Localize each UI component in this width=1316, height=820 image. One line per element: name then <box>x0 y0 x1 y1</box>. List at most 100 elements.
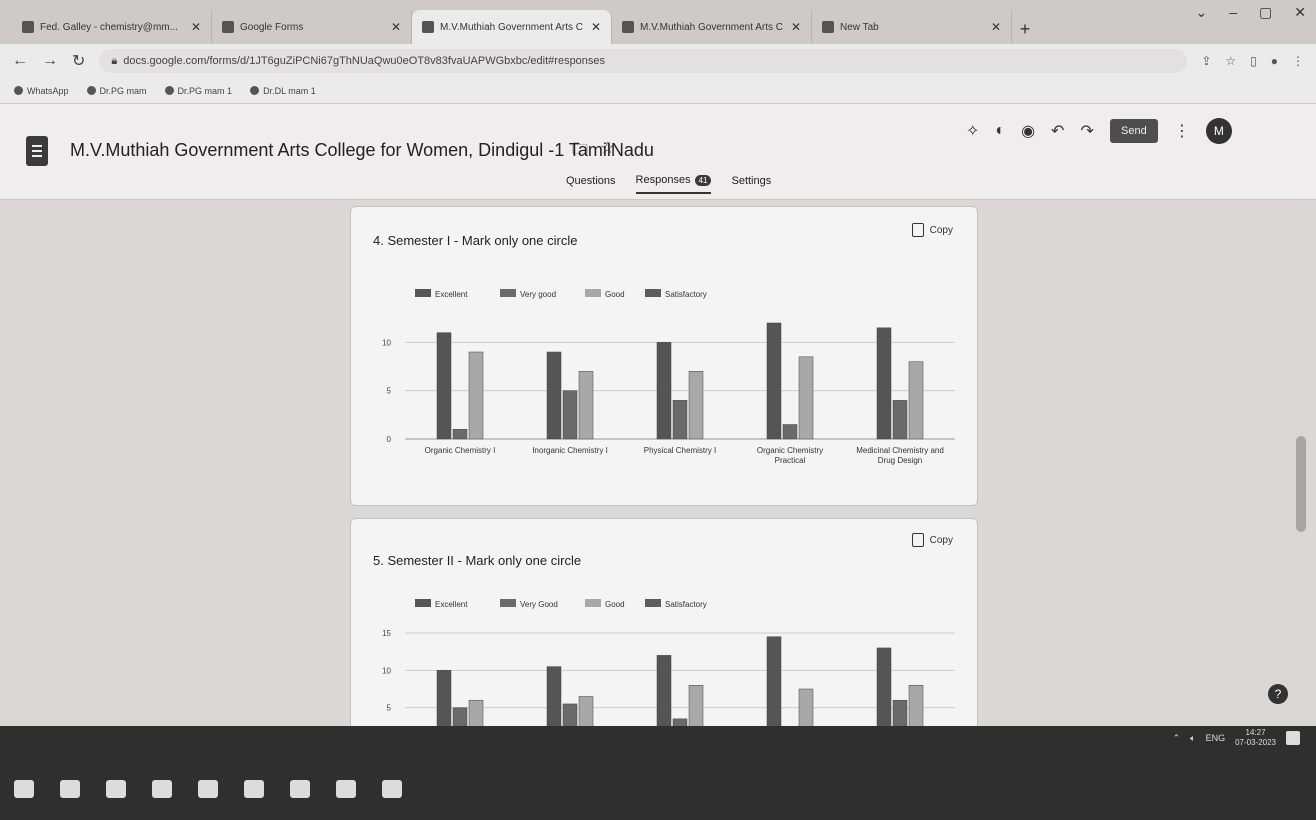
addon-icon[interactable]: ✧ <box>966 121 979 141</box>
close-icon[interactable]: ✕ <box>391 20 401 34</box>
store-icon[interactable] <box>244 780 264 798</box>
header-toolbar: ✧ ◐ ◉ ↶ ↷ Send ⋮ M <box>966 118 1232 144</box>
forward-icon[interactable]: → <box>42 52 58 70</box>
taskbar-apps <box>14 780 402 798</box>
bookmark-label: Dr.DL mam 1 <box>263 85 316 96</box>
browser-tab[interactable]: New Tab ✕ <box>812 10 1012 44</box>
bar-very-good <box>892 699 908 726</box>
forms-logo-icon[interactable] <box>26 136 48 166</box>
tab-label: Settings <box>731 175 772 187</box>
chevron-down-icon[interactable]: ⌄ <box>1196 4 1208 21</box>
star-icon[interactable]: ☆ <box>600 138 614 165</box>
tab-responses[interactable]: Responses 41 <box>635 174 712 194</box>
copy-button[interactable]: Copy <box>911 533 953 547</box>
browser-tab[interactable]: Fed. Galley - chemistry@mm... ✕ <box>12 10 212 44</box>
search-icon[interactable] <box>60 780 80 798</box>
preview-icon[interactable]: ◉ <box>1021 121 1035 141</box>
bar-very-good <box>892 400 908 440</box>
photos-icon[interactable] <box>382 780 402 798</box>
copy-label: Copy <box>929 224 953 236</box>
bar-good <box>688 371 704 440</box>
bar-excellent <box>876 647 892 726</box>
globe-icon <box>164 86 174 95</box>
profile-icon[interactable]: ● <box>1271 54 1278 68</box>
share-icon[interactable]: ⇪ <box>1201 54 1211 68</box>
bookmark-whatsapp[interactable]: WhatsApp <box>14 86 69 96</box>
folder-icon[interactable]: 🗀︎ <box>572 138 588 165</box>
legend-swatch <box>645 599 661 607</box>
close-icon[interactable]: ✕ <box>791 20 801 34</box>
bookmark-item[interactable]: Dr.PG mam 1 <box>164 86 232 96</box>
responses-content: 4. Semester I - Mark only one circle Cop… <box>0 200 1316 726</box>
url-input[interactable]: 🔒︎ docs.google.com/forms/d/1JT6guZiPCNi6… <box>99 49 1188 73</box>
globe-icon <box>86 86 96 95</box>
chrome-icon[interactable] <box>336 780 356 798</box>
task-view-icon[interactable] <box>106 780 126 798</box>
maximize-icon[interactable]: ▢ <box>1259 4 1272 21</box>
palette-icon[interactable]: ◐ <box>995 122 1005 140</box>
file-explorer-icon[interactable] <box>198 780 218 798</box>
legend-label: Good <box>605 600 625 609</box>
legend-label: Very good <box>520 290 556 299</box>
bar-excellent <box>546 351 562 440</box>
browser-tab[interactable]: Google Forms ✕ <box>212 10 412 44</box>
legend-swatch <box>585 599 601 607</box>
close-icon[interactable]: ✕ <box>591 20 601 34</box>
x-tick-label: Medicinal Chemistry and Drug Design <box>856 446 944 465</box>
help-icon[interactable]: ? <box>1268 684 1288 704</box>
address-bar-icons: ⇪ ☆ ▯ ● ⋮ <box>1201 54 1304 68</box>
bar-very-good <box>782 424 798 440</box>
browser-tab-active[interactable]: M.V.Muthiah Government Arts C ✕ <box>412 10 612 44</box>
undo-icon[interactable]: ↶ <box>1051 121 1064 141</box>
bar-very-good <box>562 703 578 726</box>
bar-very-good <box>452 429 468 440</box>
bookmark-label: WhatsApp <box>27 85 69 96</box>
tab-title: Google Forms <box>240 21 304 33</box>
question-card: 5. Semester II - Mark only one circle Co… <box>350 518 978 726</box>
minimize-icon[interactable]: – <box>1229 4 1237 21</box>
bar-good <box>578 696 594 726</box>
close-icon[interactable]: ✕ <box>1294 4 1306 21</box>
tab-settings[interactable]: Settings <box>731 174 771 194</box>
notification-icon[interactable] <box>1286 731 1300 745</box>
bookmark-item[interactable]: Dr.DL mam 1 <box>250 86 316 96</box>
chevron-up-icon[interactable]: ⌃ <box>1173 733 1181 744</box>
edge-icon[interactable] <box>152 780 172 798</box>
new-tab-button[interactable]: + <box>1012 14 1038 44</box>
language-indicator[interactable]: ENG <box>1206 733 1226 743</box>
close-icon[interactable]: ✕ <box>191 20 201 34</box>
tab-title: M.V.Muthiah Government Arts C <box>640 21 784 33</box>
chrome-icon <box>822 21 834 33</box>
y-tick-label: 10 <box>382 666 391 675</box>
send-button[interactable]: Send <box>1109 119 1158 143</box>
bar-good <box>468 351 484 440</box>
legend-swatch <box>500 289 516 297</box>
tab-questions[interactable]: Questions <box>566 174 616 194</box>
redo-icon[interactable]: ↷ <box>1080 121 1093 141</box>
page-scrollbar[interactable] <box>1296 436 1306 532</box>
bookmark-item[interactable]: Dr.PG mam <box>86 86 147 96</box>
tab-title: M.V.Muthiah Government Arts C <box>440 21 584 33</box>
menu-icon[interactable]: ⋮ <box>1292 54 1304 68</box>
mail-icon[interactable] <box>290 780 310 798</box>
legend-swatch <box>585 289 601 297</box>
browser-tab[interactable]: M.V.Muthiah Government Arts C ✕ <box>612 10 812 44</box>
reload-icon[interactable]: ↻ <box>72 51 85 71</box>
windows-start-icon[interactable] <box>14 780 34 798</box>
question-title: 4. Semester I - Mark only one circle <box>373 233 578 248</box>
bar-very-good <box>672 718 688 726</box>
legend-label: Satisfactory <box>665 600 707 609</box>
copy-button[interactable]: Copy <box>911 223 953 237</box>
avatar[interactable]: M <box>1205 118 1232 144</box>
close-icon[interactable]: ✕ <box>991 20 1001 34</box>
clock[interactable]: 14:27 07-03-2023 <box>1235 728 1276 748</box>
legend-swatch <box>415 289 431 297</box>
star-icon[interactable]: ☆ <box>1225 54 1236 68</box>
speaker-icon[interactable]: 🔈︎ <box>1190 733 1195 744</box>
back-icon[interactable]: ← <box>12 52 28 70</box>
sidepanel-icon[interactable]: ▯ <box>1250 54 1257 68</box>
bar-good <box>798 688 814 726</box>
form-title[interactable]: M.V.Muthiah Government Arts College for … <box>70 140 654 161</box>
whatsapp-icon <box>14 86 23 95</box>
more-options-icon[interactable]: ⋮ <box>1174 121 1190 141</box>
